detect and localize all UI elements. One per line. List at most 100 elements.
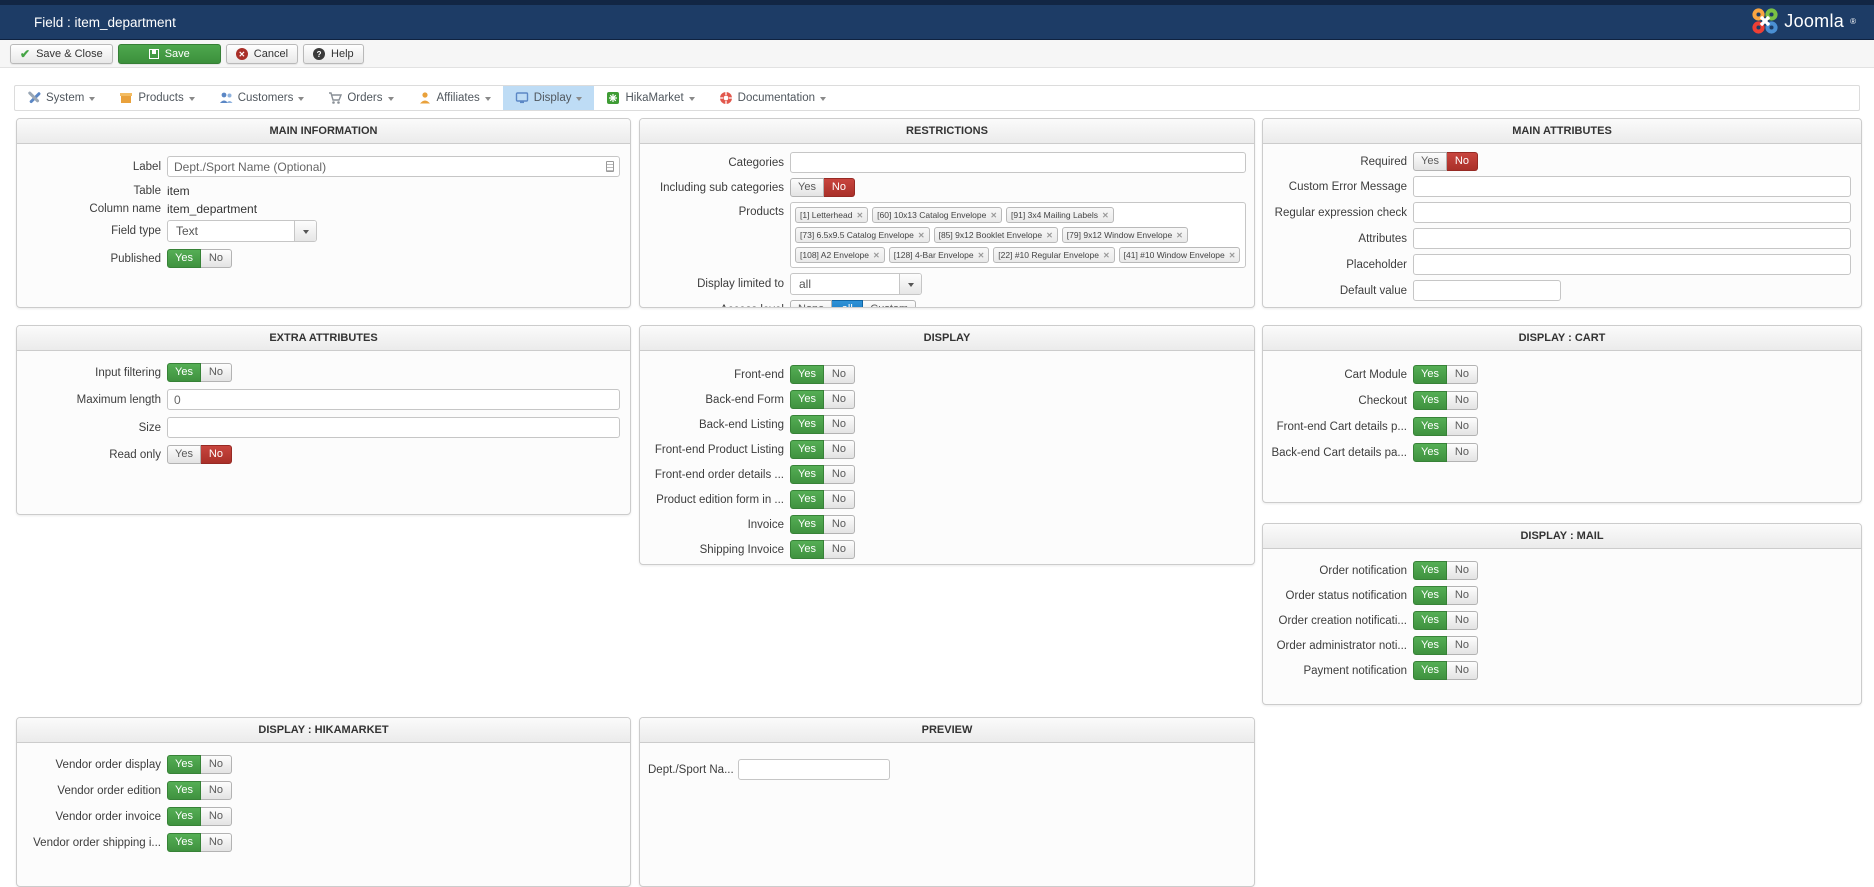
- translate-icon[interactable]: [606, 161, 614, 172]
- product-chip[interactable]: [128] 4-Bar Envelope✕: [889, 247, 990, 263]
- menu-item-affiliates[interactable]: Affiliates: [406, 86, 503, 110]
- no-button[interactable]: No: [824, 365, 855, 384]
- remove-chip-icon[interactable]: ✕: [856, 211, 863, 220]
- yes-button[interactable]: Yes: [167, 807, 201, 826]
- remove-chip-icon[interactable]: ✕: [1046, 231, 1053, 240]
- no-button[interactable]: No: [201, 833, 232, 852]
- no-button[interactable]: No: [824, 440, 855, 459]
- yes-button[interactable]: Yes: [1413, 586, 1447, 605]
- no-button[interactable]: No: [824, 540, 855, 559]
- product-chip[interactable]: [41] #10 Window Envelope✕: [1119, 247, 1241, 263]
- menu-item-documentation[interactable]: Documentation: [707, 86, 838, 110]
- preview-field-input[interactable]: [738, 759, 890, 780]
- access-custom-button[interactable]: Custom: [863, 300, 916, 308]
- menu-item-orders[interactable]: Orders: [316, 86, 405, 110]
- input-filtering-yes-button[interactable]: Yes: [167, 363, 201, 382]
- required-yes-button[interactable]: Yes: [1413, 152, 1447, 171]
- no-button[interactable]: No: [1447, 586, 1478, 605]
- yes-button[interactable]: Yes: [1413, 391, 1447, 410]
- product-chip[interactable]: [1] Letterhead✕: [795, 207, 868, 223]
- regex-input[interactable]: [1413, 202, 1851, 223]
- no-button[interactable]: No: [824, 390, 855, 409]
- remove-chip-icon[interactable]: ✕: [918, 231, 925, 240]
- yes-button[interactable]: Yes: [1413, 611, 1447, 630]
- remove-chip-icon[interactable]: ✕: [873, 251, 880, 260]
- display-limited-select[interactable]: all: [790, 273, 922, 295]
- remove-chip-icon[interactable]: ✕: [978, 251, 985, 260]
- save-button[interactable]: Save: [118, 44, 221, 64]
- remove-chip-icon[interactable]: ✕: [1229, 251, 1236, 260]
- yes-button[interactable]: Yes: [1413, 365, 1447, 384]
- product-chip[interactable]: [108] A2 Envelope✕: [795, 247, 885, 263]
- yes-button[interactable]: Yes: [790, 440, 824, 459]
- no-button[interactable]: No: [1447, 611, 1478, 630]
- menu-item-products[interactable]: Products: [107, 86, 206, 110]
- yes-button[interactable]: Yes: [167, 781, 201, 800]
- field-type-select[interactable]: Text: [167, 220, 317, 242]
- remove-chip-icon[interactable]: ✕: [1176, 231, 1183, 240]
- no-button[interactable]: No: [1447, 365, 1478, 384]
- yes-button[interactable]: Yes: [790, 515, 824, 534]
- products-chip-box[interactable]: [1] Letterhead✕ [60] 10x13 Catalog Envel…: [790, 202, 1246, 268]
- yes-button[interactable]: Yes: [790, 540, 824, 559]
- access-none-button[interactable]: None: [790, 300, 832, 308]
- no-button[interactable]: No: [1447, 661, 1478, 680]
- yes-button[interactable]: Yes: [790, 415, 824, 434]
- yes-button[interactable]: Yes: [1413, 443, 1447, 462]
- yes-button[interactable]: Yes: [1413, 561, 1447, 580]
- read-only-yes-button[interactable]: Yes: [167, 445, 201, 464]
- input-filtering-no-button[interactable]: No: [201, 363, 232, 382]
- remove-chip-icon[interactable]: ✕: [1103, 251, 1110, 260]
- product-chip[interactable]: [91] 3x4 Mailing Labels✕: [1006, 207, 1114, 223]
- no-button[interactable]: No: [201, 755, 232, 774]
- product-chip[interactable]: [73] 6.5x9.5 Catalog Envelope✕: [795, 227, 930, 243]
- no-button[interactable]: No: [824, 515, 855, 534]
- placeholder-input[interactable]: [1413, 254, 1851, 275]
- yes-button[interactable]: Yes: [790, 365, 824, 384]
- yes-button[interactable]: Yes: [1413, 417, 1447, 436]
- cancel-button[interactable]: ✕ Cancel: [226, 44, 298, 64]
- no-button[interactable]: No: [824, 415, 855, 434]
- yes-button[interactable]: Yes: [167, 833, 201, 852]
- access-all-button[interactable]: all: [832, 300, 863, 308]
- no-button[interactable]: No: [1447, 391, 1478, 410]
- no-button[interactable]: No: [824, 490, 855, 509]
- menu-item-customers[interactable]: Customers: [207, 86, 317, 110]
- published-yes-button[interactable]: Yes: [167, 249, 201, 268]
- remove-chip-icon[interactable]: ✕: [990, 211, 997, 220]
- no-button[interactable]: No: [201, 807, 232, 826]
- yes-button[interactable]: Yes: [790, 390, 824, 409]
- product-chip[interactable]: [79] 9x12 Window Envelope✕: [1062, 227, 1188, 243]
- required-no-button[interactable]: No: [1447, 152, 1478, 171]
- menu-item-display[interactable]: Display: [503, 86, 595, 110]
- yes-button[interactable]: Yes: [1413, 661, 1447, 680]
- no-button[interactable]: No: [1447, 417, 1478, 436]
- product-chip[interactable]: [85] 9x12 Booklet Envelope✕: [934, 227, 1058, 243]
- read-only-no-button[interactable]: No: [201, 445, 232, 464]
- menu-item-system[interactable]: System: [15, 86, 107, 110]
- no-button[interactable]: No: [824, 465, 855, 484]
- sub-categories-no-button[interactable]: No: [824, 178, 855, 197]
- label-input[interactable]: [167, 156, 620, 177]
- help-button[interactable]: ? Help: [303, 44, 364, 64]
- default-value-input[interactable]: [1413, 280, 1561, 301]
- product-chip[interactable]: [22] #10 Regular Envelope✕: [993, 247, 1114, 263]
- published-no-button[interactable]: No: [201, 249, 232, 268]
- custom-error-input[interactable]: [1413, 176, 1851, 197]
- sub-categories-yes-button[interactable]: Yes: [790, 178, 824, 197]
- save-close-button[interactable]: ✔ Save & Close: [10, 44, 113, 64]
- no-button[interactable]: No: [1447, 636, 1478, 655]
- remove-chip-icon[interactable]: ✕: [1102, 211, 1109, 220]
- no-button[interactable]: No: [1447, 443, 1478, 462]
- menu-item-hikamarket[interactable]: HikaMarket: [594, 86, 706, 110]
- yes-button[interactable]: Yes: [1413, 636, 1447, 655]
- no-button[interactable]: No: [1447, 561, 1478, 580]
- max-length-input[interactable]: [167, 389, 620, 410]
- yes-button[interactable]: Yes: [790, 490, 824, 509]
- categories-input[interactable]: [790, 152, 1246, 173]
- product-chip[interactable]: [60] 10x13 Catalog Envelope✕: [872, 207, 1002, 223]
- yes-button[interactable]: Yes: [167, 755, 201, 774]
- size-input[interactable]: [167, 417, 620, 438]
- yes-button[interactable]: Yes: [790, 465, 824, 484]
- attributes-input[interactable]: [1413, 228, 1851, 249]
